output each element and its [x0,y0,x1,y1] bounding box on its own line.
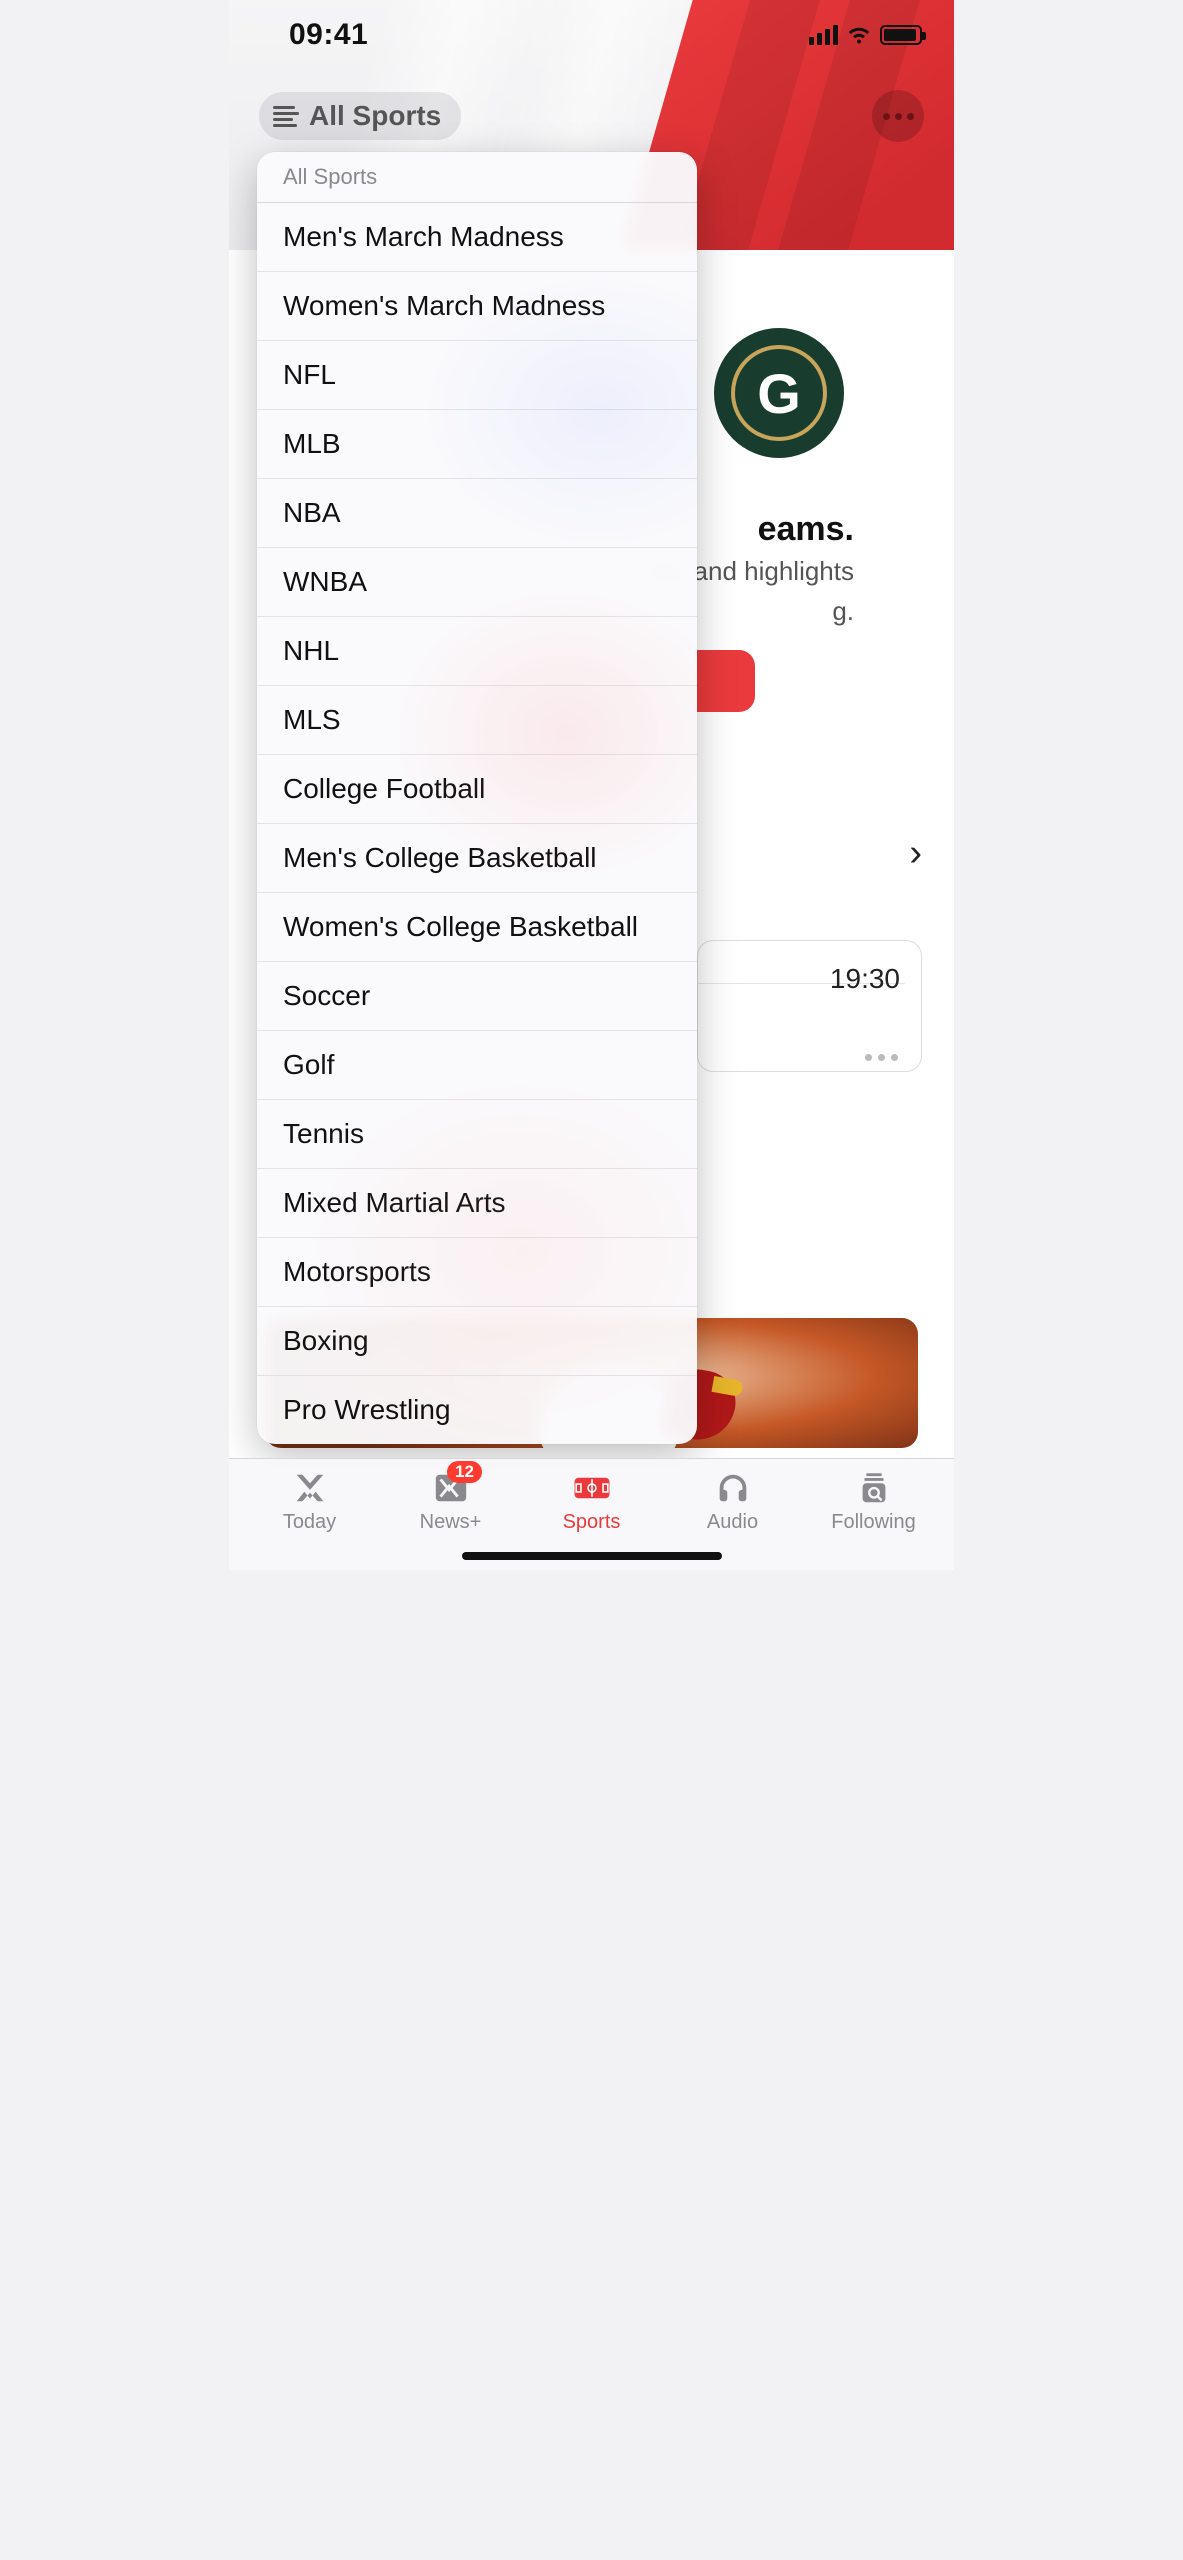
dropdown-item[interactable]: NBA [257,478,697,547]
more-button[interactable] [872,90,924,142]
dropdown-item[interactable]: Motorsports [257,1237,697,1306]
today-icon [291,1469,329,1507]
battery-icon [880,25,922,45]
following-icon [855,1469,893,1507]
audio-icon [714,1469,752,1507]
tab-newsplus-label: News+ [420,1511,482,1534]
sports-icon [573,1469,611,1507]
cellular-icon [809,25,838,45]
dropdown-item[interactable]: Mixed Martial Arts [257,1168,697,1237]
wifi-icon [846,25,872,45]
event-time: 19:30 [830,963,900,995]
tab-audio-label: Audio [707,1511,758,1534]
dropdown-item[interactable]: Boxing [257,1306,697,1375]
status-time: 09:41 [289,18,368,52]
home-indicator[interactable] [462,1552,722,1560]
sport-selector-pill[interactable]: All Sports [259,92,461,140]
tab-following[interactable]: Following [803,1469,944,1534]
tab-following-label: Following [831,1511,915,1534]
newsplus-badge: 12 [447,1461,482,1483]
dropdown-header: All Sports [257,152,697,202]
card-more-icon[interactable] [865,1054,898,1061]
dropdown-item[interactable]: Men's College Basketball [257,823,697,892]
dropdown-item[interactable]: Soccer [257,961,697,1030]
cta-fragment[interactable] [697,650,755,712]
sport-selector-label: All Sports [309,100,441,132]
status-bar: 09:41 [229,0,954,70]
dropdown-item[interactable]: NHL [257,616,697,685]
tab-sports[interactable]: Sports [521,1469,662,1534]
tab-newsplus[interactable]: 12 News+ [380,1469,521,1534]
dropdown-item[interactable]: Tennis [257,1099,697,1168]
dropdown-item[interactable]: Pro Wrestling [257,1375,697,1444]
dropdown-item[interactable]: MLS [257,685,697,754]
dropdown-item[interactable]: Men's March Madness [257,203,697,271]
dropdown-item[interactable]: College Football [257,754,697,823]
screen: 09:41 All Sports G eams. es, [229,0,954,1570]
dropdown-item[interactable]: Women's College Basketball [257,892,697,961]
sports-dropdown: All Sports Men's March MadnessWomen's Ma… [257,152,697,1444]
dropdown-item[interactable]: WNBA [257,547,697,616]
header-row: All Sports [229,90,954,142]
tab-today-label: Today [283,1511,336,1534]
dropdown-item[interactable]: Women's March Madness [257,271,697,340]
team-initial: G [757,361,801,426]
event-card[interactable] [697,940,922,1072]
chevron-right-icon[interactable]: › [909,832,922,875]
tab-sports-label: Sports [563,1511,621,1534]
dropdown-item[interactable]: Golf [257,1030,697,1099]
team-logo-packers[interactable]: G [714,328,844,458]
tab-audio[interactable]: Audio [662,1469,803,1534]
tab-today[interactable]: Today [239,1469,380,1534]
dropdown-item[interactable]: NFL [257,340,697,409]
list-icon [273,106,299,127]
dropdown-item[interactable]: MLB [257,409,697,478]
